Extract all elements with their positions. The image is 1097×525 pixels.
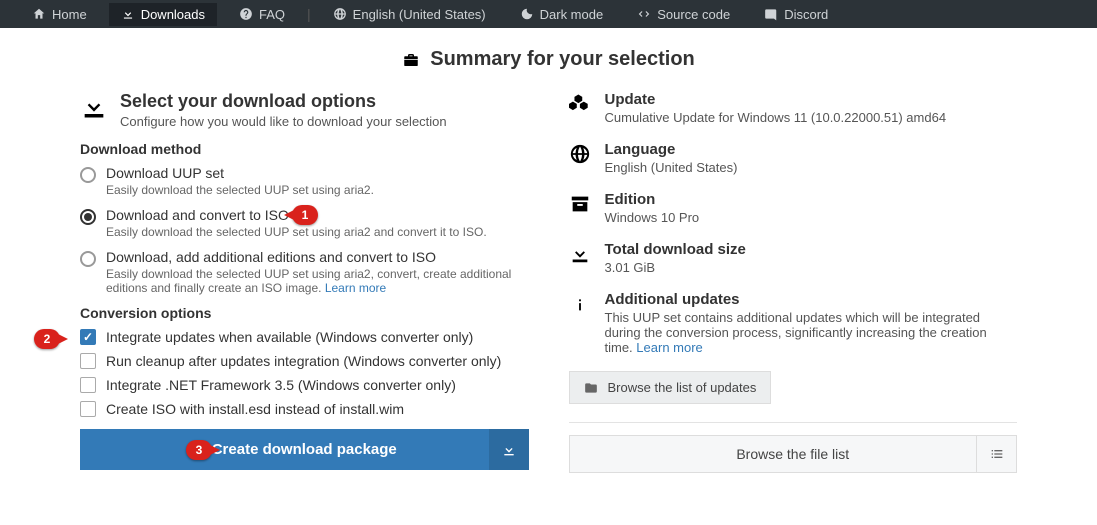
callout-1: 1 — [292, 205, 318, 225]
nav-discord-label: Discord — [784, 7, 828, 22]
method-label: Download, add additional editions and co… — [106, 249, 529, 265]
nav-faq[interactable]: FAQ — [227, 3, 297, 26]
create-button-label: Create download package — [212, 441, 397, 458]
info-label: Additional updates — [605, 291, 1018, 308]
info-edition: Edition Windows 10 Pro — [569, 191, 1018, 225]
globe-icon — [333, 7, 347, 21]
archive-icon — [569, 193, 591, 215]
separator — [569, 422, 1018, 423]
nav-downloads[interactable]: Downloads — [109, 3, 217, 26]
method-label: Download UUP set — [106, 165, 374, 181]
section-subtitle: Configure how you would like to download… — [120, 114, 447, 129]
nav-language[interactable]: English (United States) — [321, 3, 498, 26]
option-label: Create ISO with install.esd instead of i… — [106, 401, 404, 417]
browse-file-list-button[interactable]: Browse the file list — [569, 435, 1018, 473]
cubes-icon — [569, 93, 591, 115]
info-value: English (United States) — [605, 160, 738, 175]
info-value: Cumulative Update for Windows 11 (10.0.2… — [605, 110, 947, 125]
page-title: Summary for your selection — [80, 48, 1017, 71]
method-desc: Easily download the selected UUP set usi… — [106, 183, 374, 197]
info-update: Update Cumulative Update for Windows 11 … — [569, 91, 1018, 125]
nav-discord[interactable]: Discord — [752, 3, 840, 26]
code-icon — [637, 7, 651, 21]
option-integrate-dotnet[interactable]: Integrate .NET Framework 3.5 (Windows co… — [80, 377, 529, 393]
info-icon — [569, 293, 591, 315]
info-additional-updates: Additional updates This UUP set contains… — [569, 291, 1018, 355]
method-desc: Easily download the selected UUP set usi… — [106, 225, 487, 239]
nav-home[interactable]: Home — [20, 3, 99, 26]
nav-faq-label: FAQ — [259, 7, 285, 22]
nav-home-label: Home — [52, 7, 87, 22]
info-label: Update — [605, 91, 947, 108]
option-install-esd[interactable]: Create ISO with install.esd instead of i… — [80, 401, 529, 417]
option-label: Integrate .NET Framework 3.5 (Windows co… — [106, 377, 456, 393]
checkbox-icon — [80, 353, 96, 369]
moon-icon — [520, 7, 534, 21]
download-method-heading: Download method — [80, 141, 529, 157]
method-uup-set[interactable]: Download UUP set Easily download the sel… — [80, 165, 529, 197]
nav-sourcecode[interactable]: Source code — [625, 3, 742, 26]
radio-checked-icon — [80, 209, 96, 225]
folder-icon — [584, 381, 598, 395]
nav-darkmode-label: Dark mode — [540, 7, 604, 22]
info-value: This UUP set contains additional updates… — [605, 310, 1018, 355]
method-additional-editions[interactable]: Download, add additional editions and co… — [80, 249, 529, 295]
nav-sourcecode-label: Source code — [657, 7, 730, 22]
info-download-size: Total download size 3.01 GiB — [569, 241, 1018, 275]
info-language: Language English (United States) — [569, 141, 1018, 175]
nav-downloads-label: Downloads — [141, 7, 205, 22]
left-panel: Select your download options Configure h… — [80, 91, 529, 473]
nav-darkmode[interactable]: Dark mode — [508, 3, 616, 26]
home-icon — [32, 7, 46, 21]
info-value: Windows 10 Pro — [605, 210, 700, 225]
info-label: Edition — [605, 191, 700, 208]
option-integrate-updates[interactable]: Integrate updates when available (Window… — [80, 329, 529, 345]
button-label: Browse the file list — [736, 446, 849, 462]
list-icon — [976, 436, 1016, 472]
option-label: Run cleanup after updates integration (W… — [106, 353, 501, 369]
download-icon — [80, 93, 108, 121]
create-download-package-button[interactable]: 3 Create download package — [80, 429, 529, 470]
top-nav: Home Downloads FAQ | English (United Sta… — [0, 0, 1097, 28]
page-title-text: Summary for your selection — [430, 48, 695, 71]
nav-separator: | — [307, 6, 311, 22]
browse-updates-button[interactable]: Browse the list of updates — [569, 371, 772, 404]
learn-more-link[interactable]: Learn more — [325, 281, 386, 295]
download-icon — [121, 7, 135, 21]
checkbox-icon — [80, 401, 96, 417]
nav-language-label: English (United States) — [353, 7, 486, 22]
right-panel: Update Cumulative Update for Windows 11 … — [569, 91, 1018, 473]
globe-icon — [569, 143, 591, 165]
download-icon — [569, 243, 591, 265]
method-convert-iso[interactable]: Download and convert to ISO Easily downl… — [80, 207, 529, 239]
checkbox-icon — [80, 377, 96, 393]
radio-unchecked-icon — [80, 251, 96, 267]
option-run-cleanup[interactable]: Run cleanup after updates integration (W… — [80, 353, 529, 369]
callout-3: 3 — [186, 440, 212, 460]
briefcase-icon — [402, 51, 420, 69]
discord-icon — [764, 7, 778, 21]
section-title: Select your download options — [120, 91, 447, 112]
option-label: Integrate updates when available (Window… — [106, 329, 473, 345]
checkbox-checked-icon — [80, 329, 96, 345]
question-icon — [239, 7, 253, 21]
radio-unchecked-icon — [80, 167, 96, 183]
method-desc: Easily download the selected UUP set usi… — [106, 267, 529, 295]
section-download-options: Select your download options Configure h… — [80, 91, 529, 129]
learn-more-link[interactable]: Learn more — [636, 340, 702, 355]
button-label: Browse the list of updates — [608, 380, 757, 395]
info-label: Language — [605, 141, 738, 158]
info-label: Total download size — [605, 241, 746, 258]
info-value: 3.01 GiB — [605, 260, 746, 275]
download-icon — [489, 429, 529, 470]
conversion-options-heading: Conversion options — [80, 305, 529, 321]
callout-2: 2 — [34, 329, 60, 349]
